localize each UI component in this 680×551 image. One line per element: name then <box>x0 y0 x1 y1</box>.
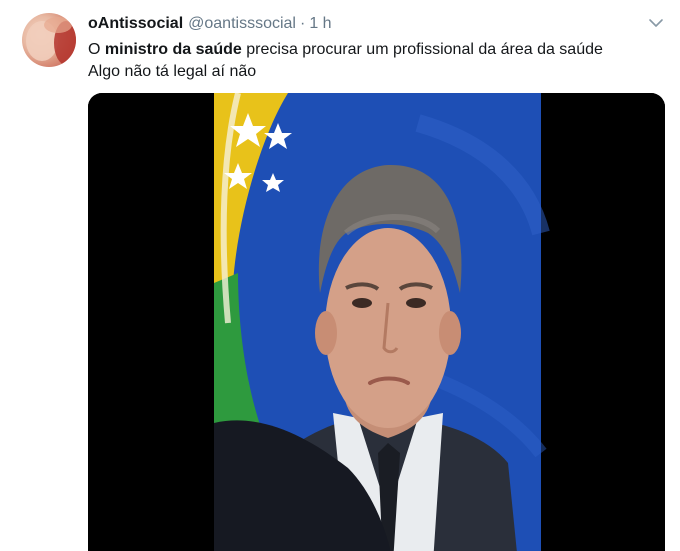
tweet-card[interactable]: oAntissocial @oantisssocial · 1 h O mini… <box>0 0 680 551</box>
tweet-text-line-1: O ministro da saúde precisa procurar um … <box>88 39 663 61</box>
chevron-down-icon[interactable] <box>647 14 665 32</box>
video-frame <box>88 93 665 551</box>
avatar[interactable] <box>22 13 76 67</box>
user-handle[interactable]: @oantisssocial <box>188 14 296 34</box>
separator-dot: · <box>299 15 306 32</box>
face <box>325 228 451 428</box>
display-name[interactable]: oAntissocial <box>88 14 183 34</box>
tweet-header: oAntissocial @oantisssocial · 1 h <box>88 13 332 35</box>
tweet-text-prefix: O <box>88 41 105 58</box>
tweet-video[interactable] <box>88 93 665 551</box>
tweet-timestamp[interactable]: 1 h <box>309 14 331 34</box>
tweet-text-bold-phrase: ministro da saúde <box>104 41 242 58</box>
tweet-text-suffix: precisa procurar um profissional da área… <box>241 41 603 58</box>
tweet-text-line-2: Algo não tá legal aí não <box>88 63 257 80</box>
avatar-image <box>26 17 76 65</box>
tweet-text: O ministro da saúde precisa procurar um … <box>88 39 663 83</box>
